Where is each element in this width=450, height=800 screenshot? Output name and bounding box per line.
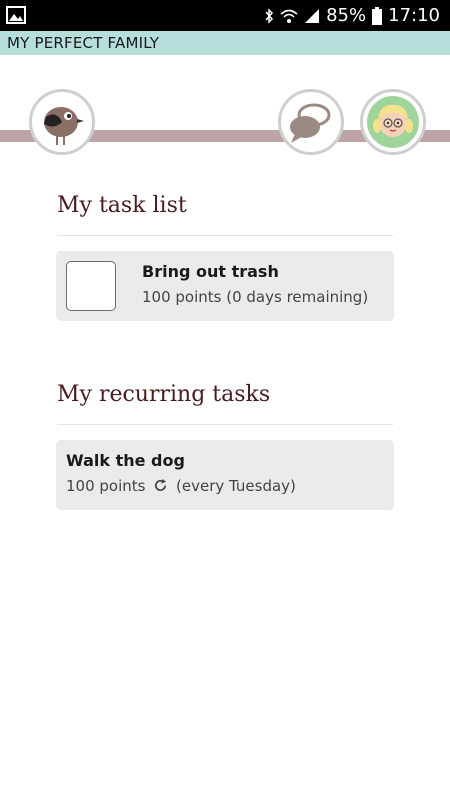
recurring-task-meta: 100 points (every Tuesday): [66, 477, 296, 495]
bluetooth-icon: [264, 7, 274, 24]
task-checkbox[interactable]: [66, 261, 116, 311]
recurring-task-name: Walk the dog: [66, 451, 185, 470]
gallery-icon: [6, 6, 26, 24]
divider: [57, 424, 393, 425]
divider: [57, 235, 393, 236]
bird-logo-icon: [44, 107, 84, 145]
task-name: Bring out trash: [142, 262, 279, 281]
profile-avatar-button[interactable]: [360, 89, 426, 155]
battery-percent: 85%: [326, 5, 367, 26]
battery-icon: [372, 6, 383, 25]
wifi-icon: [280, 8, 298, 24]
messages-button[interactable]: [278, 89, 344, 155]
recurring-points: 100 points: [66, 477, 146, 495]
clock: 17:10: [388, 5, 440, 26]
recurring-heading: My recurring tasks: [57, 382, 271, 407]
recurring-schedule: (every Tuesday): [176, 477, 296, 495]
task-meta: 100 points (0 days remaining): [142, 288, 369, 306]
bird-logo-button[interactable]: [29, 89, 95, 155]
task-list-heading: My task list: [57, 193, 187, 218]
task-card[interactable]: Bring out trash 100 points (0 days remai…: [56, 251, 394, 321]
app-title: MY PERFECT FAMILY: [0, 31, 450, 55]
avatar-girl-icon: [367, 96, 419, 148]
recurring-icon: [155, 478, 167, 492]
status-icons: 85% 17:10: [264, 0, 440, 31]
status-bar: 85% 17:10: [0, 0, 450, 31]
signal-icon: [304, 8, 320, 24]
chat-bubbles-icon: [290, 103, 331, 143]
recurring-task-card[interactable]: Walk the dog 100 points (every Tuesday): [56, 440, 394, 510]
